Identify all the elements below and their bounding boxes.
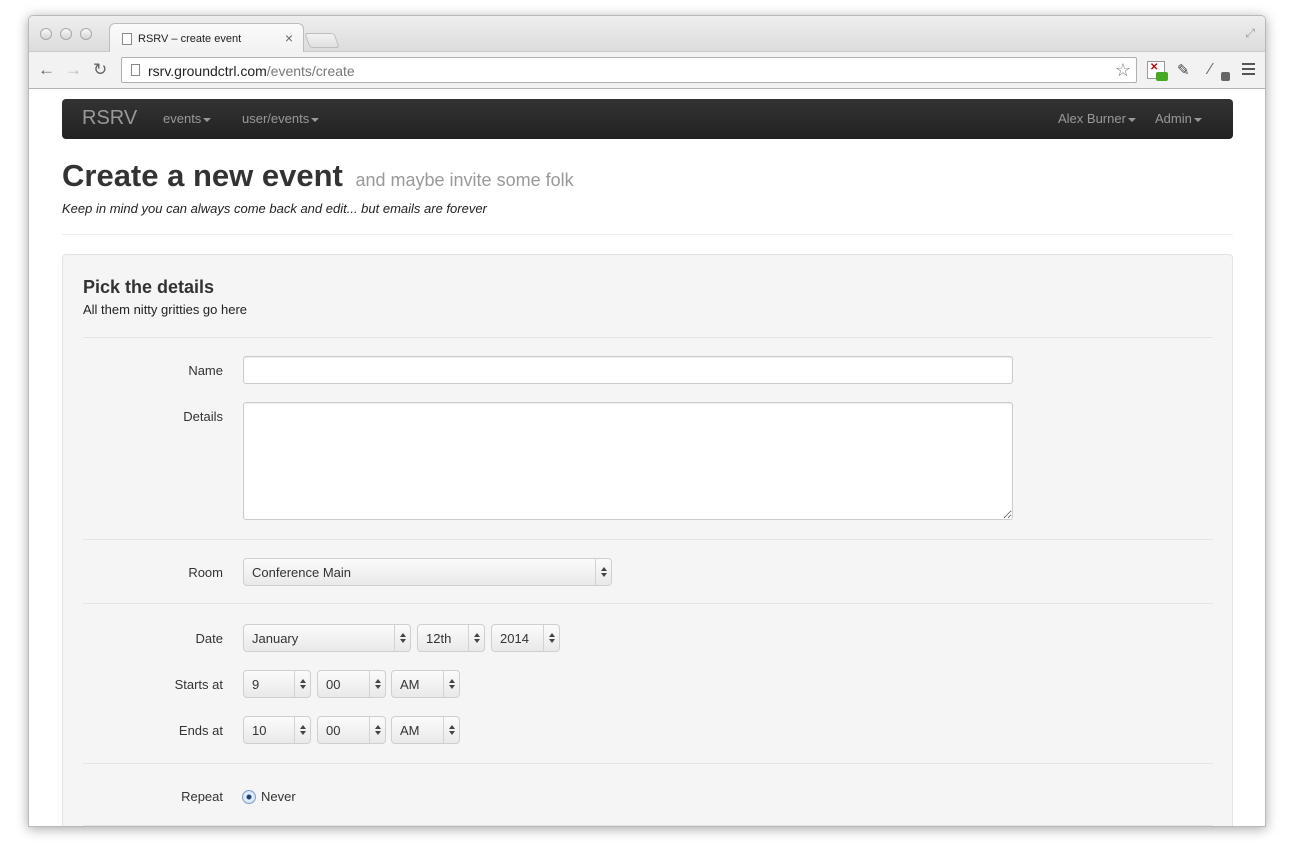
browser-toolbar: ← → ↻ rsrv.groundctrl.com/events/create … (29, 52, 1265, 89)
tab-close-icon[interactable]: × (285, 30, 293, 46)
nav-admin[interactable]: Admin (1155, 111, 1202, 126)
bookmark-star-icon[interactable]: ☆ (1115, 60, 1131, 81)
end-hour-select[interactable]: 10 (243, 716, 311, 744)
select-arrows-icon (443, 717, 459, 743)
page-subtitle: and maybe invite some folk (355, 170, 574, 190)
select-arrows-icon (394, 625, 410, 651)
brand[interactable]: RSRV (82, 107, 137, 130)
select-arrows-icon (369, 717, 385, 743)
divider (83, 825, 1213, 826)
page-title: Create a new event and maybe invite some… (62, 158, 574, 193)
fullscreen-icon[interactable]: ⤢ (1245, 26, 1255, 41)
select-arrows-icon (543, 625, 559, 651)
name-label: Name (188, 363, 223, 378)
section-subtitle: All them nitty gritties go here (83, 302, 248, 317)
repeat-never-radio[interactable] (242, 790, 256, 804)
room-label: Room (188, 565, 223, 580)
end-minute-select[interactable]: 00 (317, 716, 386, 744)
end-ampm-select[interactable]: AM (391, 716, 460, 744)
select-arrows-icon (294, 717, 310, 743)
address-bar[interactable]: rsrv.groundctrl.com/events/create ☆ (121, 57, 1137, 83)
eyedropper-icon[interactable]: ⁄ (1209, 61, 1230, 81)
back-icon[interactable]: ← (38, 60, 55, 80)
month-select[interactable]: January (243, 624, 411, 652)
reload-icon[interactable]: ↻ (93, 60, 107, 80)
caret-down-icon (203, 117, 212, 122)
year-select[interactable]: 2014 (491, 624, 560, 652)
menu-icon[interactable] (1242, 63, 1255, 75)
divider (83, 539, 1213, 540)
repeat-label: Repeat (181, 789, 223, 804)
details-panel: Pick the details All them nitty gritties… (62, 254, 1233, 826)
url-text[interactable]: rsrv.groundctrl.com/events/create (148, 63, 355, 79)
page-icon (131, 64, 140, 76)
day-select[interactable]: 12th (417, 624, 485, 652)
app-navbar: RSRV events user/events Alex Burner Admi… (62, 99, 1233, 139)
browser-window: RSRV – create event × ⤢ ← → ↻ rsrv.groun… (28, 15, 1266, 827)
nav-user-events[interactable]: user/events (242, 111, 320, 126)
select-arrows-icon (294, 671, 310, 697)
nav-events[interactable]: events (163, 111, 212, 126)
evernote-icon[interactable]: ✎ (1177, 61, 1195, 79)
new-tab-button[interactable] (304, 33, 340, 48)
caret-down-icon (311, 117, 320, 122)
zoom-window-button[interactable] (80, 28, 92, 40)
select-arrows-icon (595, 559, 611, 585)
starts-at-label: Starts at (174, 677, 223, 692)
details-label: Details (183, 409, 223, 424)
page-icon (122, 33, 132, 45)
page-note: Keep in mind you can always come back an… (62, 201, 487, 216)
tab-title: RSRV – create event (138, 33, 242, 45)
ends-at-label: Ends at (178, 723, 223, 738)
repeat-never-label[interactable]: Never (261, 789, 296, 804)
start-ampm-select[interactable]: AM (391, 670, 460, 698)
page-header: Create a new event and maybe invite some… (62, 158, 1233, 216)
page-content: RSRV events user/events Alex Burner Admi… (29, 90, 1265, 826)
browser-tab[interactable]: RSRV – create event × (109, 23, 304, 52)
section-title: Pick the details (83, 277, 215, 297)
select-arrows-icon (443, 671, 459, 697)
date-label: Date (195, 631, 223, 646)
divider (62, 234, 1233, 235)
start-hour-select[interactable]: 9 (243, 670, 311, 698)
select-arrows-icon (369, 671, 385, 697)
divider (83, 337, 1213, 338)
start-minute-select[interactable]: 00 (317, 670, 386, 698)
caret-down-icon (1127, 117, 1136, 122)
name-input[interactable] (243, 356, 1013, 384)
caret-down-icon (1193, 117, 1202, 122)
divider (83, 763, 1213, 764)
select-arrows-icon (468, 625, 484, 651)
divider (83, 603, 1213, 604)
close-window-button[interactable] (40, 28, 52, 40)
minimize-window-button[interactable] (60, 28, 72, 40)
nav-user-menu[interactable]: Alex Burner (1058, 111, 1136, 126)
forward-icon[interactable]: → (65, 60, 82, 80)
details-textarea[interactable] (243, 402, 1013, 520)
room-select[interactable]: Conference Main (243, 558, 612, 586)
extension-icon[interactable]: ✕ (1147, 61, 1168, 81)
tab-strip: RSRV – create event × ⤢ (29, 16, 1265, 52)
